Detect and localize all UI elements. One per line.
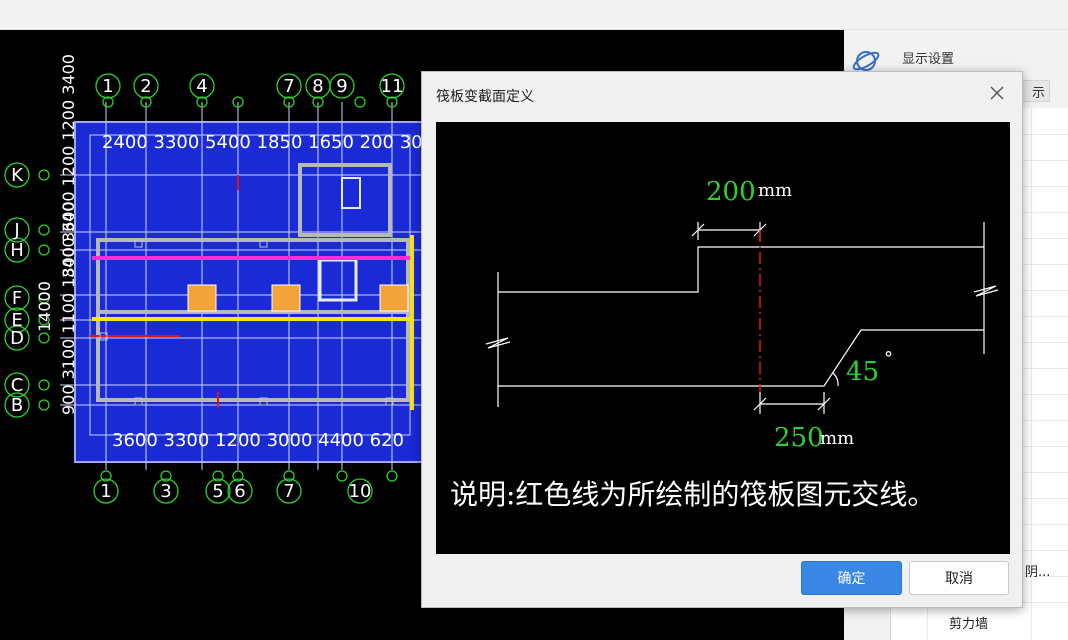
- axis-left-B: B: [11, 395, 23, 416]
- axis-bottom-1: 1: [100, 481, 111, 502]
- axis-top-1: 1: [102, 76, 113, 97]
- dialog-title: 筏板变截面定义: [436, 89, 534, 105]
- section-diagram: 200 mm 45 ° 250 mm 说明:红色线为所绘制的筏板图元交线。: [450, 177, 999, 511]
- row-label-partial[interactable]: 阴...: [1025, 561, 1050, 580]
- axis-left-H: H: [10, 240, 24, 261]
- section-preview: 200 mm 45 ° 250 mm 说明:红色线为所绘制的筏板图元交线。: [436, 122, 1010, 554]
- axis-left-C: C: [11, 375, 24, 396]
- dim-top-value: 200: [706, 177, 756, 207]
- axis-left-F: F: [12, 288, 22, 309]
- angle-value: 45: [846, 357, 879, 387]
- axis-top-7: 7: [283, 76, 294, 97]
- dim-top-unit: mm: [758, 180, 792, 201]
- app-window: 1 2 4 7 8 9 11 2400 3300 5400 1850 1650 …: [0, 0, 1068, 640]
- cancel-button[interactable]: 取消: [909, 561, 1009, 595]
- dim-bottom-value: 250: [774, 423, 824, 453]
- axis-top-4: 4: [196, 76, 207, 97]
- left-axis-letters: K J H F E D C B: [10, 165, 24, 416]
- preview-note: 说明:红色线为所绘制的筏板图元交线。: [450, 478, 935, 511]
- axis-bottom-10: 10: [349, 481, 372, 502]
- dim-top-text: 2400 3300 5400 1850 1650 200 300: [102, 132, 434, 153]
- close-icon: [990, 86, 1004, 100]
- raft-outline: [485, 222, 999, 414]
- axis-left-D: D: [10, 328, 24, 349]
- axis-bottom-7: 7: [283, 481, 294, 502]
- axis-top-2: 2: [140, 76, 151, 97]
- dim-left-total: 14000: [35, 281, 54, 332]
- axis-left-J: J: [13, 220, 19, 241]
- top-axis-numbers: 1 2 4 7 8 9 11: [102, 76, 403, 97]
- angle-unit: °: [884, 348, 893, 369]
- axis-left-K: K: [11, 165, 24, 186]
- dialog-close-button[interactable]: [986, 82, 1008, 104]
- axis-top-8: 8: [312, 76, 323, 97]
- axis-top-11: 11: [381, 76, 404, 97]
- dim-bottom-unit: mm: [820, 428, 854, 449]
- ok-button[interactable]: 确定: [801, 561, 902, 595]
- bottom-axis-numbers: 1 3 5 6 7 10: [100, 481, 371, 502]
- row-label-shear-wall[interactable]: 剪力墙: [949, 613, 988, 632]
- dim-left-lower: 900 3100 1100 1800 3600: [59, 201, 78, 415]
- dim-bottom-text: 3600 3300 1200 3000 4400 620: [112, 430, 404, 451]
- axis-bottom-3: 3: [160, 481, 171, 502]
- axis-top-9: 9: [336, 76, 347, 97]
- axis-bottom-5: 5: [212, 481, 223, 502]
- axis-bottom-6: 6: [234, 481, 245, 502]
- raft-section-dialog: 筏板变截面定义 200 mm 45 ° 250 mm 说明:红色线为所绘制的筏板…: [421, 71, 1023, 608]
- display-settings-title: 显示设置: [902, 52, 955, 67]
- top-toolbar: [0, 0, 1068, 30]
- plan-body: [74, 121, 426, 463]
